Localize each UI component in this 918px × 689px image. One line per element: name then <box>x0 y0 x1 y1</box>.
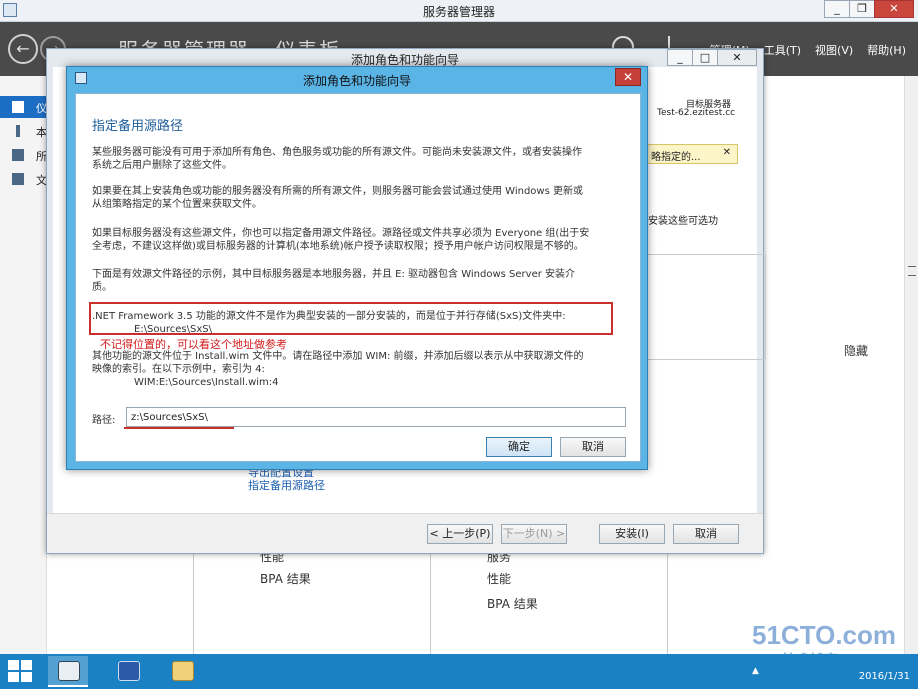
menu-tools[interactable]: 工具(T) <box>764 42 801 58</box>
warning-close-icon[interactable]: ✕ <box>723 147 731 158</box>
restore-button[interactable]: ❐ <box>849 0 875 18</box>
window-title: 服务器管理器 <box>422 5 495 19</box>
sidebar: 仪 本 所 文 <box>0 76 47 654</box>
wizard-close-button[interactable]: ✕ <box>717 49 757 66</box>
wizard-maximize-button[interactable]: □ <box>692 49 718 66</box>
tile-right: 服务 性能 BPA 结果 <box>430 550 668 654</box>
optional-features-text: 安装这些可选功 <box>648 216 718 227</box>
taskbar: ▲ 2016/1/31 <box>0 654 918 689</box>
dialog-content: 指定备用源路径 某些服务器可能没有可用于添加所有角色、角色服务或功能的所有源文件… <box>75 93 641 462</box>
ok-button[interactable]: 确定 <box>486 437 552 457</box>
hide-link[interactable]: 隐藏 <box>844 342 868 359</box>
tile-bpa-results[interactable]: BPA 结果 <box>260 570 311 587</box>
taskbar-powershell[interactable] <box>108 656 148 687</box>
paragraph-4: 下面是有效源文件路径的示例，其中目标服务器是本地服务器，并且 E: 驱动器包含 … <box>92 269 576 293</box>
path-underline <box>124 427 234 429</box>
dialog-title: 添加角色和功能向导 <box>302 74 411 88</box>
path-input[interactable] <box>126 407 626 427</box>
prev-button[interactable]: < 上一步(P) <box>427 524 493 544</box>
dialog-cancel-button[interactable]: 取消 <box>560 437 626 457</box>
server-manager-icon <box>58 661 80 681</box>
close-button[interactable]: ✕ <box>874 0 914 18</box>
server-manager-titlebar: 服务器管理器 _ ❐ ✕ <box>0 0 918 22</box>
paragraph-2: 如果要在其上安装角色或功能的服务器没有所需的所有源文件，则服务器可能会尝试通过使… <box>92 186 583 210</box>
menu-view[interactable]: 视图(V) <box>815 42 853 58</box>
wizard-footer: < 上一步(P) 下一步(N) > 安装(I) 取消 <box>47 513 763 553</box>
taskbar-server-manager[interactable] <box>48 656 88 687</box>
install-button[interactable]: 安装(I) <box>599 524 665 544</box>
back-button[interactable]: ← <box>8 34 38 64</box>
dialog-heading: 指定备用源路径 <box>92 119 184 134</box>
paragraph-1: 某些服务器可能没有可用于添加所有角色、角色服务或功能的所有源文件。可能尚未安装源… <box>92 147 582 171</box>
vertical-scrollbar[interactable] <box>904 76 918 654</box>
powershell-icon <box>118 661 140 681</box>
features-panel <box>646 254 766 360</box>
path-label: 路径: <box>92 415 116 426</box>
sidebar-item-file-services[interactable]: 文 <box>0 168 47 190</box>
start-button[interactable] <box>8 660 34 682</box>
tile-performance-2[interactable]: 性能 <box>487 570 511 587</box>
dashboard-icon <box>12 101 24 113</box>
paragraph-3: 如果目标服务器没有这些源文件，你也可以指定备用源文件路径。源路径或文件共享必须为… <box>92 228 590 252</box>
tile-left: 性能 BPA 结果 <box>193 550 431 654</box>
wizard-minimize-button[interactable]: _ <box>667 49 693 66</box>
taskbar-explorer[interactable] <box>162 656 202 687</box>
watermark: 51CTO.com <box>752 620 897 650</box>
clock-date: 2016/1/31 <box>858 671 910 682</box>
paragraph-wim: 其他功能的源文件位于 Install.wim 文件中。请在路径中添加 WIM: … <box>92 351 584 388</box>
server-icon <box>16 125 20 137</box>
alternate-source-dialog: 添加角色和功能向导 ✕ 指定备用源路径 某些服务器可能没有可用于添加所有角色、角… <box>66 66 648 470</box>
menu-help[interactable]: 帮助(H) <box>867 42 906 58</box>
paragraph-sxs: .NET Framework 3.5 功能的源文件不是作为典型安装的一部分安装的… <box>92 311 566 335</box>
warning-text: 略指定的... <box>651 152 701 163</box>
sidebar-item-local-server[interactable]: 本 <box>0 120 47 142</box>
folder-icon <box>172 661 194 681</box>
sidebar-item-dashboard[interactable]: 仪 <box>0 96 47 118</box>
clock[interactable]: 2016/1/31 <box>859 657 910 683</box>
warning-banner: 略指定的... ✕ <box>646 144 738 164</box>
file-services-icon <box>12 173 24 185</box>
tray-arrow-icon[interactable]: ▲ <box>752 666 759 676</box>
sidebar-item-all-servers[interactable]: 所 <box>0 144 47 166</box>
target-server-name: Test-62.ezitest.cc <box>657 108 736 118</box>
tile-bpa-results-2[interactable]: BPA 结果 <box>487 595 538 612</box>
wizard-cancel-button[interactable]: 取消 <box>673 524 739 544</box>
next-button[interactable]: 下一步(N) > <box>501 524 567 544</box>
servers-icon <box>12 149 24 161</box>
minimize-button[interactable]: _ <box>824 0 850 18</box>
alternate-source-link[interactable]: 指定备用源路径 <box>248 479 325 492</box>
dialog-close-button[interactable]: ✕ <box>615 68 641 86</box>
